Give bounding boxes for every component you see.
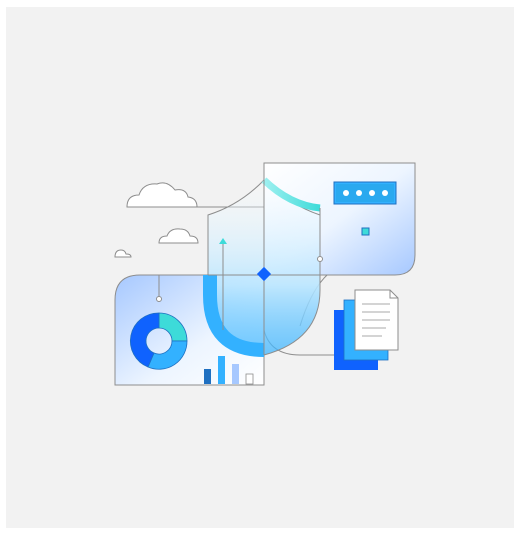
document-stack-icon xyxy=(334,289,399,370)
cloud-icon xyxy=(158,228,199,244)
cloud-icon xyxy=(114,249,132,258)
password-field-icon xyxy=(333,181,397,205)
cloud-icon xyxy=(126,182,198,208)
shield-icon xyxy=(203,177,323,357)
data-security-illustration xyxy=(114,162,416,386)
connector-node xyxy=(361,227,370,236)
